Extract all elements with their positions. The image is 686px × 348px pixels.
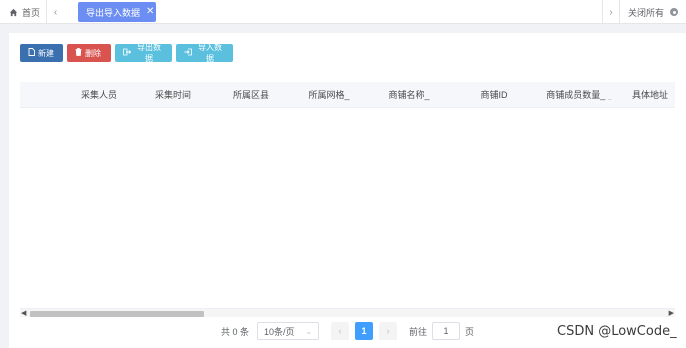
- goto-label: 前往: [409, 326, 428, 337]
- close-all-label: 关闭所有: [628, 7, 665, 18]
- column-header[interactable]: 采集人员: [64, 82, 134, 108]
- page-number-1[interactable]: 1: [355, 322, 374, 340]
- delete-button-label: 删除: [85, 48, 101, 58]
- scroll-right-arrow-icon[interactable]: ▶: [669, 309, 674, 318]
- tab-label: 导出导入数据: [86, 7, 141, 18]
- horizontal-scrollbar[interactable]: ◀ ▶: [20, 308, 675, 317]
- tab-export-import-data[interactable]: 导出导入数据 ✕: [78, 2, 156, 22]
- scroll-left-arrow-icon[interactable]: ◀: [21, 309, 26, 318]
- chevron-left-icon: ‹: [338, 325, 342, 337]
- close-icon[interactable]: ✕: [146, 7, 154, 17]
- home-tab-label: 首页: [22, 7, 41, 18]
- chevron-right-icon: ›: [609, 6, 613, 18]
- chevron-left-icon: ‹: [53, 6, 58, 18]
- scrollbar-thumb[interactable]: [30, 311, 204, 317]
- toolbar: 新建 删除 导出数据 导入数据: [20, 43, 233, 63]
- chevron-right-icon: ›: [386, 325, 390, 337]
- tabs-scroll-right-button[interactable]: ›: [602, 0, 620, 24]
- prev-page-button[interactable]: ‹: [331, 322, 350, 340]
- total-count: 共 0 条: [221, 326, 250, 337]
- column-header[interactable]: 采集时间: [138, 82, 208, 108]
- column-header-member-count[interactable]: 商铺成员数量_ ..: [534, 82, 624, 108]
- export-data-button[interactable]: 导出数据: [115, 43, 172, 63]
- next-page-button[interactable]: ›: [379, 322, 398, 340]
- goto-unit: 页: [465, 326, 475, 337]
- main-card: 新建 删除 导出数据 导入数据 采集人员 采集时间 所属区县 所属网格_ 商铺名…: [9, 33, 686, 348]
- export-icon: [123, 48, 132, 58]
- trash-icon: [75, 48, 82, 58]
- new-button[interactable]: 新建: [20, 44, 63, 62]
- gear-icon: [670, 8, 679, 16]
- tabs-scroll-left-button[interactable]: ‹: [46, 0, 64, 24]
- column-header[interactable]: 商铺名称_: [374, 82, 444, 108]
- column-header[interactable]: 具体地址: [628, 82, 672, 108]
- tab-bar: 首页 ‹ 导出导入数据 ✕ › 关闭所有: [0, 0, 686, 24]
- import-data-button[interactable]: 导入数据: [176, 43, 233, 63]
- home-icon: [9, 8, 18, 16]
- export-data-label: 导出数据: [137, 43, 161, 63]
- page-size-value: 10条/页: [264, 326, 295, 337]
- column-header-label: 商铺成员数量_: [546, 90, 606, 100]
- chevron-down-icon: ⌄: [305, 326, 313, 336]
- goto-page-input[interactable]: 1: [432, 322, 461, 340]
- page-size-select[interactable]: 10条/页 ⌄: [257, 322, 320, 340]
- home-tab[interactable]: 首页: [0, 0, 46, 24]
- file-icon: [28, 48, 35, 58]
- table-header: 采集人员 采集时间 所属区县 所属网格_ 商铺名称_ 商铺ID 商铺成员数量_ …: [20, 82, 675, 108]
- column-header[interactable]: 商铺ID: [459, 82, 529, 108]
- import-data-label: 导入数据: [198, 43, 222, 63]
- import-icon: [184, 48, 192, 58]
- watermark: CSDN @LowCode_: [557, 324, 677, 339]
- delete-button[interactable]: 删除: [67, 44, 111, 62]
- data-table: 采集人员 采集时间 所属区县 所属网格_ 商铺名称_ 商铺ID 商铺成员数量_ …: [20, 82, 675, 337]
- close-all-button[interactable]: 关闭所有: [628, 0, 679, 24]
- pagination: 共 0 条 10条/页 ⌄ ‹ 1 › 前往 1 页: [221, 322, 474, 340]
- ellipsis-icon: ..: [607, 95, 612, 102]
- column-header[interactable]: 所属区县: [216, 82, 286, 108]
- column-header[interactable]: 所属网格_: [294, 82, 364, 108]
- new-button-label: 新建: [38, 48, 54, 58]
